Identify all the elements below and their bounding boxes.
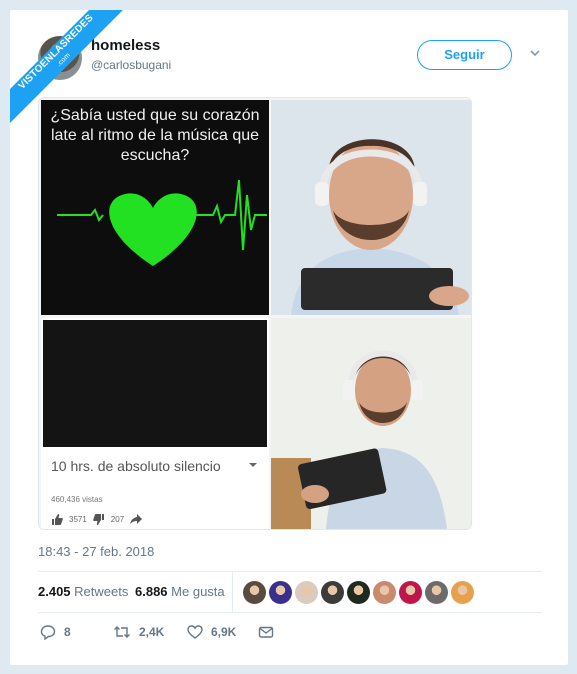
- liker-avatar[interactable]: [425, 581, 448, 604]
- youtube-silence-panel: 10 hrs. de absoluto silencio 460,436 vis…: [41, 318, 269, 529]
- video-title: 10 hrs. de absoluto silencio: [51, 458, 221, 474]
- liker-avatar[interactable]: [451, 581, 474, 604]
- tweet-media[interactable]: ¿Sabía usted que su corazón late al ritm…: [38, 97, 472, 530]
- share-arrow-icon: [130, 514, 143, 524]
- reply-count: 8: [64, 625, 71, 639]
- retweets-count: 2.405: [38, 584, 71, 599]
- liker-avatar[interactable]: [399, 581, 422, 604]
- retweets-label: Retweets: [74, 584, 129, 599]
- watermark-line1: VISTOENLASREDES: [16, 12, 96, 92]
- chevron-down-icon[interactable]: [528, 46, 542, 60]
- heartbeat-heart-icon: [57, 179, 267, 266]
- liker-avatar[interactable]: [243, 581, 266, 604]
- like-count: 6,9K: [211, 625, 237, 639]
- retweet-action[interactable]: 2,4K: [113, 624, 164, 640]
- man-with-headphones-photo-1: [271, 100, 471, 315]
- liker-avatar[interactable]: [269, 581, 292, 604]
- retweet-count: 2,4K: [139, 625, 165, 639]
- reply-icon: [40, 625, 56, 640]
- retweets-stat[interactable]: 2.405 Retweets: [38, 584, 128, 599]
- man-tablet-illustration: [271, 100, 471, 315]
- thumbs-up-icon: [52, 513, 63, 525]
- likes-stat[interactable]: 6.886 Me gusta: [135, 584, 225, 599]
- message-action[interactable]: [258, 624, 274, 640]
- divider-top: [38, 571, 542, 572]
- video-dislikes: 207: [110, 514, 125, 524]
- heart-icon: [187, 625, 203, 639]
- liker-avatar[interactable]: [373, 581, 396, 604]
- reply-action[interactable]: 8: [40, 624, 71, 640]
- envelope-icon: [258, 626, 274, 638]
- watermark-line2: .com: [55, 51, 73, 69]
- video-player: [43, 320, 267, 447]
- tweet-timestamp[interactable]: 18:43 - 27 feb. 2018: [38, 544, 154, 559]
- video-likes: 3571: [69, 514, 87, 524]
- follow-button[interactable]: Seguir: [417, 40, 512, 70]
- man-with-headphones-photo-2: [271, 318, 471, 529]
- watermark-ribbon: VISTOENLASREDES .com: [10, 10, 140, 140]
- video-views: 460,436 vistas: [51, 495, 103, 504]
- stats-separator: [232, 572, 233, 612]
- liker-avatar[interactable]: [347, 581, 370, 604]
- video-stats: 3571 207: [51, 513, 143, 525]
- liker-avatar[interactable]: [295, 581, 318, 604]
- likes-count: 6.886: [135, 584, 168, 599]
- watermark-text: VISTOENLASREDES .com: [10, 10, 133, 129]
- likers-avatars: [243, 581, 474, 604]
- tweet-card: VISTOENLASREDES .com homeless @carlosbug…: [10, 10, 568, 665]
- likes-label: Me gusta: [171, 584, 225, 599]
- divider-bottom: [38, 612, 542, 613]
- liker-avatar[interactable]: [321, 581, 344, 604]
- man-smiling-illustration: [271, 318, 471, 529]
- retweet-icon: [114, 626, 130, 638]
- like-action[interactable]: 6,9K: [187, 624, 236, 640]
- expand-caret-icon: [249, 463, 257, 467]
- thumbs-down-icon: [92, 513, 104, 525]
- tweet-actions: 8 2,4K 6,9K: [40, 624, 300, 644]
